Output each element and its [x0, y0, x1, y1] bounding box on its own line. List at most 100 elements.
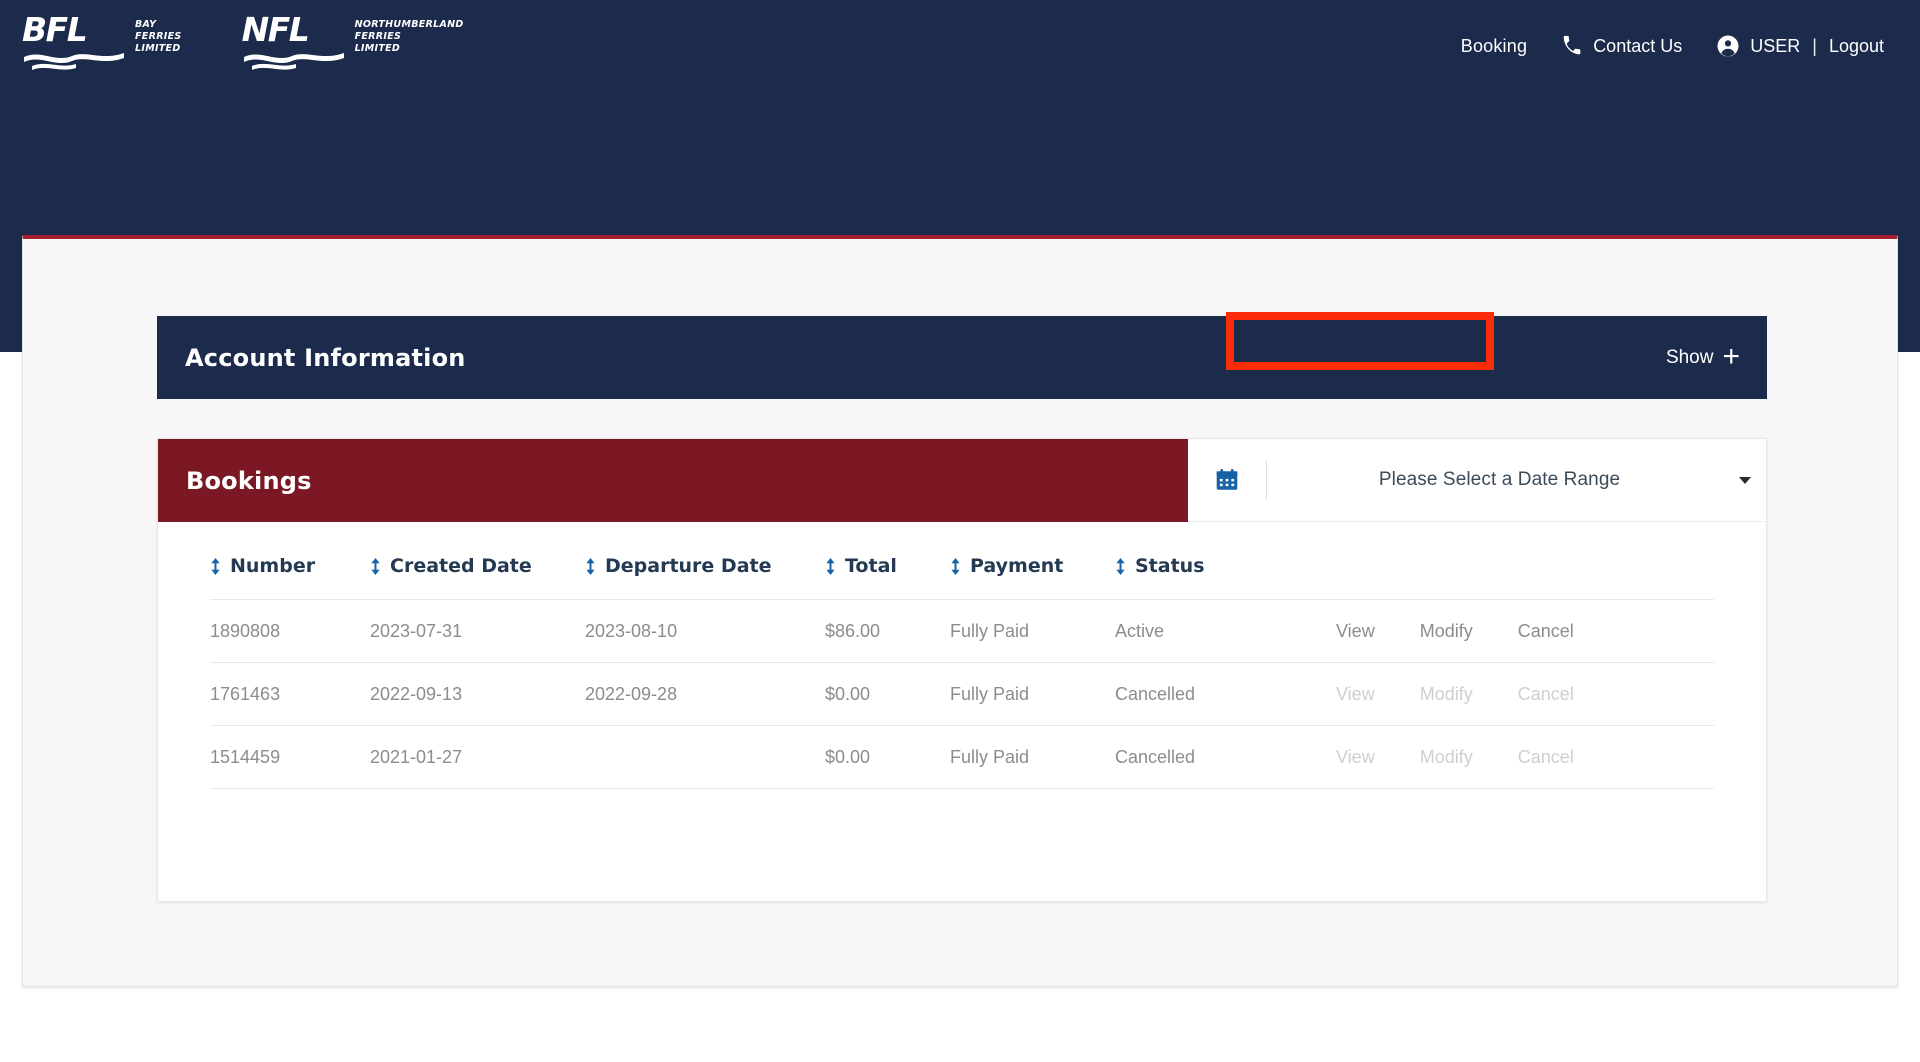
table-row: 1890808 2023-07-31 2023-08-10 $86.00 Ful… [210, 599, 1714, 663]
logo-bfl-line3: LIMITED [135, 43, 181, 55]
chevron-down-icon[interactable] [1724, 476, 1766, 484]
nav-separator: | [1812, 35, 1817, 56]
th-payment[interactable]: Payment [950, 555, 1115, 600]
bookings-topbar: Bookings Please Select a Date Range [158, 439, 1766, 522]
content-panel: Account Information Show + Bookings Plea… [22, 235, 1898, 987]
cell-created-date: 2021-01-27 [370, 725, 585, 789]
th-total-label: Total [845, 555, 897, 577]
cell-number: 1514459 [210, 725, 370, 789]
cell-status: Cancelled [1115, 725, 1300, 789]
view-link[interactable]: View [1336, 621, 1375, 642]
th-number[interactable]: Number [210, 555, 370, 600]
cell-number: 1761463 [210, 662, 370, 726]
wave-icon [24, 53, 124, 71]
table-row: 1761463 2022-09-13 2022-09-28 $0.00 Full… [210, 662, 1714, 726]
cell-departure-date [585, 725, 825, 789]
th-departure-date[interactable]: Departure Date [585, 555, 825, 600]
cell-actions: View Modify Cancel [1300, 662, 1714, 726]
page-root: BFL BAY FERRIES LIMITED NFL NORTHUMBERLA… [0, 0, 1920, 1062]
cancel-link: Cancel [1517, 684, 1574, 704]
logo-bfl-words: BAY FERRIES LIMITED [135, 14, 182, 55]
logo-bfl-abbr: BFL [22, 10, 88, 49]
th-total[interactable]: Total [825, 555, 950, 600]
phone-icon [1563, 35, 1581, 55]
sort-icon [826, 557, 835, 575]
calendar-icon [1216, 468, 1238, 490]
cell-payment: Fully Paid [950, 662, 1115, 726]
nav-user-label: USER [1750, 35, 1801, 56]
logo-nfl-mark: NFL [241, 10, 346, 71]
th-status-label: Status [1135, 555, 1205, 577]
cell-departure-date: 2023-08-10 [585, 599, 825, 663]
logo-nfl-line1: NORTHUMBERLAND [354, 19, 464, 30]
plus-icon: + [1722, 339, 1740, 373]
sort-icon [586, 557, 595, 575]
modify-link[interactable]: Modify [1420, 621, 1473, 642]
brand-logos: BFL BAY FERRIES LIMITED NFL NORTHUMBERLA… [22, 10, 464, 71]
cell-payment: Fully Paid [950, 725, 1115, 789]
sort-icon [211, 557, 220, 575]
th-created-date[interactable]: Created Date [370, 555, 585, 600]
bookings-card: Bookings Please Select a Date Range Numb… [157, 438, 1767, 902]
top-navigation: Booking Contact Us USER | Logout [1461, 34, 1884, 58]
cell-actions: View Modify Cancel [1300, 725, 1714, 789]
cell-total: $0.00 [825, 662, 950, 726]
wave-icon [243, 53, 344, 71]
bookings-table-wrap: Number Created Date Departure Date Total… [158, 522, 1766, 789]
logo-nfl[interactable]: NFL NORTHUMBERLAND FERRIES LIMITED [241, 10, 464, 71]
bookings-title: Bookings [186, 466, 312, 495]
cell-total: $86.00 [825, 599, 950, 663]
view-link: View [1336, 684, 1375, 704]
user-circle-icon [1717, 35, 1739, 57]
cell-created-date: 2022-09-13 [370, 662, 585, 726]
nav-contact-us[interactable]: Contact Us [1561, 35, 1682, 57]
cell-created-date: 2023-07-31 [370, 599, 585, 663]
modify-link: Modify [1419, 747, 1473, 767]
logo-nfl-line2: FERRIES [354, 31, 402, 43]
bookings-title-box: Bookings [158, 439, 1188, 522]
th-actions [1300, 555, 1714, 600]
logo-bfl-line2: FERRIES [135, 31, 182, 43]
account-information-title: Account Information [185, 343, 466, 372]
th-created-date-label: Created Date [390, 555, 532, 577]
th-number-label: Number [230, 555, 316, 577]
logo-nfl-words: NORTHUMBERLAND FERRIES LIMITED [355, 14, 464, 55]
logo-nfl-line3: LIMITED [354, 43, 401, 55]
nav-booking-link[interactable]: Booking [1461, 36, 1527, 57]
sort-icon [951, 557, 960, 575]
cell-status: Cancelled [1115, 662, 1300, 726]
view-link: View [1336, 747, 1375, 767]
th-payment-label: Payment [970, 555, 1064, 577]
nav-user-menu[interactable]: USER | Logout [1716, 34, 1884, 58]
bookings-table-head: Number Created Date Departure Date Total… [210, 555, 1714, 600]
account-information-show-toggle[interactable]: Show + [1665, 339, 1740, 373]
nav-contact-us-label: Contact Us [1593, 35, 1683, 56]
show-label: Show [1665, 346, 1714, 368]
bookings-table-body: 1890808 2023-07-31 2023-08-10 $86.00 Ful… [210, 599, 1714, 789]
bookings-table: Number Created Date Departure Date Total… [210, 555, 1714, 789]
cancel-link: Cancel [1517, 747, 1574, 767]
logo-bfl-mark: BFL [22, 10, 126, 71]
cell-status: Active [1115, 599, 1300, 663]
cell-departure-date: 2022-09-28 [585, 662, 825, 726]
cell-actions: View Modify Cancel [1300, 599, 1714, 663]
modify-link: Modify [1419, 684, 1473, 704]
table-row: 1514459 2021-01-27 $0.00 Fully Paid Canc… [210, 725, 1714, 789]
logo-bfl[interactable]: BFL BAY FERRIES LIMITED [22, 10, 182, 71]
th-status[interactable]: Status [1115, 555, 1300, 600]
logo-nfl-abbr: NFL [241, 10, 310, 49]
logo-bfl-line1: BAY [135, 19, 157, 30]
cell-total: $0.00 [825, 725, 950, 789]
cancel-link[interactable]: Cancel [1518, 621, 1574, 642]
th-departure-date-label: Departure Date [605, 555, 772, 577]
calendar-icon-cell [1188, 467, 1266, 493]
table-header-row: Number Created Date Departure Date Total… [210, 555, 1714, 600]
sort-icon [1116, 557, 1125, 575]
cell-number: 1890808 [210, 599, 370, 663]
sort-icon [371, 557, 380, 575]
cell-payment: Fully Paid [950, 599, 1115, 663]
date-range-value: Please Select a Date Range [1378, 469, 1621, 490]
account-information-bar[interactable]: Account Information Show + [157, 316, 1767, 399]
date-range-selector[interactable]: Please Select a Date Range [1188, 439, 1766, 522]
nav-logout-link[interactable]: Logout [1829, 36, 1884, 57]
